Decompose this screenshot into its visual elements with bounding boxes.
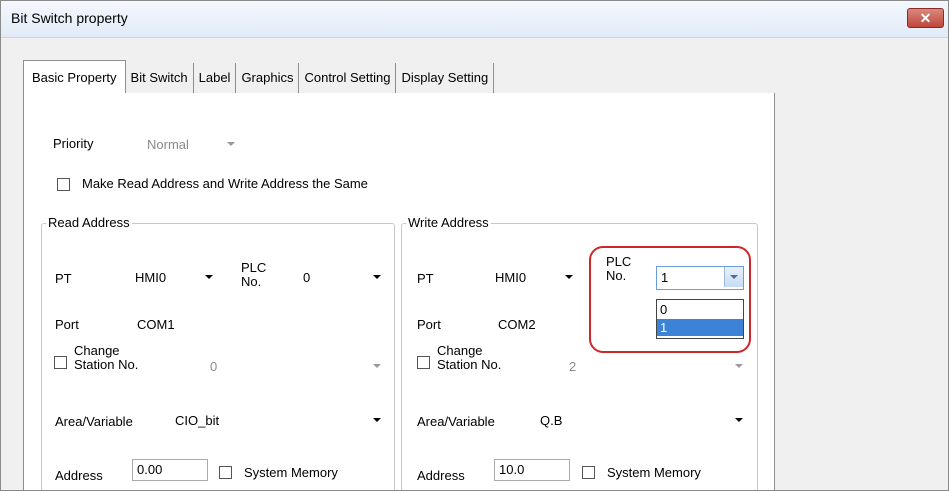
- priority-value: Normal: [147, 137, 189, 152]
- read-address-label: Address: [55, 468, 103, 483]
- title-bar: Bit Switch property ✕: [1, 1, 948, 38]
- read-plc-select[interactable]: 0: [297, 267, 387, 289]
- write-area-label: Area/Variable: [417, 414, 495, 429]
- window-title: Bit Switch property: [11, 10, 128, 26]
- write-change-station-line1: Change: [437, 343, 483, 358]
- tab-control-setting[interactable]: Control Setting: [299, 63, 397, 93]
- tab-bar: Basic Property Bit Switch Label Graphics…: [23, 60, 495, 93]
- chevron-down-icon: [373, 275, 381, 279]
- write-area-select[interactable]: Q.B: [534, 410, 749, 432]
- chevron-down-icon: [565, 275, 573, 279]
- same-address-checkbox[interactable]: [57, 178, 70, 191]
- write-port-value: COM2: [498, 317, 536, 332]
- tab-basic-property[interactable]: Basic Property: [23, 60, 126, 93]
- write-pt-label: PT: [417, 271, 434, 286]
- tab-label[interactable]: Label: [193, 63, 237, 93]
- write-change-station-checkbox[interactable]: [417, 356, 430, 369]
- read-port-label: Port: [55, 317, 79, 332]
- tab-graphics[interactable]: Graphics: [236, 63, 300, 93]
- chevron-down-icon: [205, 275, 213, 279]
- write-address-value: 10.0: [499, 462, 525, 477]
- same-address-label: Make Read Address and Write Address the …: [82, 176, 368, 191]
- write-change-station-label: Change Station No.: [437, 344, 501, 372]
- read-address-input[interactable]: 0.00: [132, 459, 208, 481]
- read-area-label: Area/Variable: [55, 414, 133, 429]
- read-change-station-checkbox[interactable]: [54, 356, 67, 369]
- chevron-down-icon: [373, 364, 381, 368]
- write-station-value: 2: [569, 359, 577, 374]
- read-address-legend: Read Address: [46, 215, 132, 230]
- read-address-value: 0.00: [137, 462, 163, 477]
- highlight-annotation: [589, 246, 751, 353]
- read-pt-value: HMI0: [135, 270, 167, 285]
- write-system-memory-label: System Memory: [607, 465, 701, 480]
- read-station-select[interactable]: 0: [204, 356, 387, 378]
- chevron-down-icon: [227, 142, 235, 146]
- write-pt-select[interactable]: HMI0: [489, 267, 579, 289]
- read-change-station-line2: Station No.: [74, 357, 139, 372]
- read-system-memory-checkbox[interactable]: [219, 466, 232, 479]
- read-area-select[interactable]: CIO_bit: [169, 410, 387, 432]
- read-plc-label-line2: No.: [241, 274, 262, 289]
- chevron-down-icon: [373, 418, 381, 422]
- read-station-value: 0: [210, 359, 218, 374]
- priority-select[interactable]: Normal: [141, 134, 241, 156]
- write-address-label: Address: [417, 468, 465, 483]
- read-system-memory-label: System Memory: [244, 465, 338, 480]
- read-area-value: CIO_bit: [175, 413, 220, 428]
- write-system-memory-checkbox[interactable]: [582, 466, 595, 479]
- read-port-value: COM1: [137, 317, 175, 332]
- bit-switch-property-dialog: Bit Switch property ✕ Basic Property Bit…: [0, 0, 949, 491]
- write-pt-value: HMI0: [495, 270, 527, 285]
- read-plc-value: 0: [303, 270, 311, 285]
- write-address-legend: Write Address: [406, 215, 491, 230]
- tab-display-setting[interactable]: Display Setting: [396, 63, 495, 93]
- write-address-input[interactable]: 10.0: [494, 459, 570, 481]
- read-pt-label: PT: [55, 271, 72, 286]
- read-pt-select[interactable]: HMI0: [129, 267, 219, 289]
- tab-bit-switch[interactable]: Bit Switch: [125, 63, 194, 93]
- write-station-select[interactable]: 2: [563, 356, 749, 378]
- read-plc-label: PLC No.: [241, 261, 266, 289]
- close-icon[interactable]: ✕: [907, 8, 944, 28]
- chevron-down-icon: [735, 418, 743, 422]
- read-change-station-line1: Change: [74, 343, 120, 358]
- write-change-station-line2: Station No.: [437, 357, 502, 372]
- read-plc-label-line1: PLC: [241, 260, 267, 275]
- priority-label: Priority: [53, 136, 94, 151]
- read-change-station-label: Change Station No.: [74, 344, 138, 372]
- write-area-value: Q.B: [540, 413, 563, 428]
- chevron-down-icon: [735, 364, 743, 368]
- write-port-label: Port: [417, 317, 441, 332]
